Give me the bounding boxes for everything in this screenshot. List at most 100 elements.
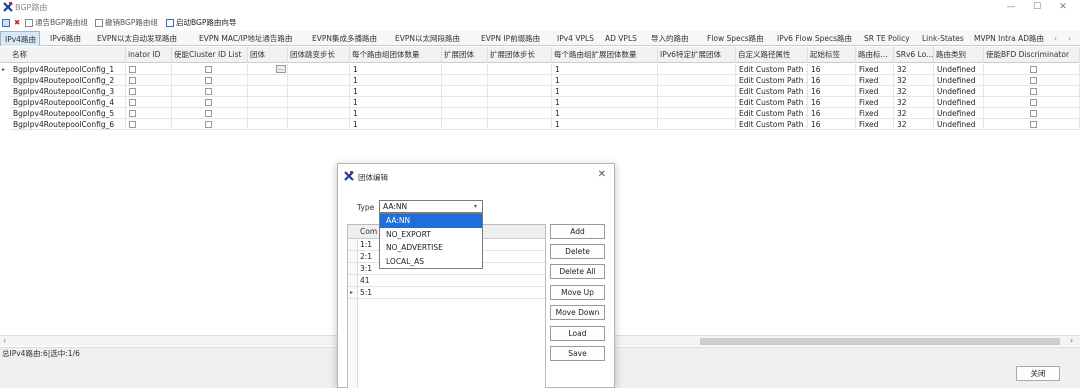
table-cell[interactable]	[126, 75, 172, 86]
scroll-right-icon[interactable]: ›	[1070, 336, 1073, 345]
table-cell[interactable]: 32	[894, 97, 934, 108]
col-start-label[interactable]: 起始标签	[808, 47, 856, 63]
type-option-aa-nn[interactable]: AA:NN	[380, 214, 482, 228]
table-row[interactable]: Bgplpv4RoutepoolConfig_2 1 1 Edit Custom Pa…	[0, 75, 1080, 86]
table-cell[interactable]	[288, 64, 350, 75]
table-cell[interactable]	[442, 97, 488, 108]
tab-link-states[interactable]: Link-States	[922, 31, 964, 46]
table-cell[interactable]	[172, 75, 248, 86]
table-cell[interactable]: 1	[552, 75, 658, 86]
checkbox[interactable]	[129, 99, 136, 106]
table-cell[interactable]: Bgplpv4RoutepoolConfig_4	[10, 97, 126, 108]
table-row[interactable]: Bgplpv4RoutepoolConfig_5 1 1 Edit Custom Pa…	[0, 108, 1080, 119]
table-icon[interactable]	[2, 17, 10, 28]
table-cell[interactable]	[126, 108, 172, 119]
table-cell[interactable]	[442, 119, 488, 130]
checkbox[interactable]	[1029, 77, 1037, 84]
dialog-close-icon[interactable]: ✕	[598, 169, 606, 180]
table-cell[interactable]: 32	[894, 64, 934, 75]
checkbox[interactable]	[129, 110, 136, 117]
table-cell[interactable]: Undefined	[934, 75, 984, 86]
scroll-left-icon[interactable]: ‹	[3, 336, 6, 345]
checkbox[interactable]	[205, 77, 212, 84]
table-cell[interactable]	[248, 86, 288, 97]
tab-flow-specs[interactable]: Flow Specs路由	[707, 31, 764, 46]
tab-evpn-mac-ip[interactable]: EVPN MAC/IP地址通告路由	[199, 31, 292, 46]
checkbox[interactable]	[205, 66, 212, 73]
table-cell[interactable]	[288, 97, 350, 108]
withdraw-route-group-button[interactable]: 撤销BGP路由组	[95, 17, 158, 28]
table-cell[interactable]: Edit Custom Path ...	[736, 86, 808, 97]
table-row[interactable]: Bgplpv4RoutepoolConfig_3 1 1 Edit Custom Pa…	[0, 86, 1080, 97]
col-community[interactable]: 团体	[248, 47, 288, 63]
tab-evpn-multicast[interactable]: EVPN集成多播路由	[312, 31, 377, 46]
table-cell[interactable]: 16	[808, 119, 856, 130]
table-cell[interactable]: 16	[808, 108, 856, 119]
checkbox[interactable]	[205, 110, 212, 117]
table-cell[interactable]: Edit Custom Path ...	[736, 75, 808, 86]
table-cell[interactable]	[488, 108, 552, 119]
checkbox[interactable]	[205, 99, 212, 106]
table-cell[interactable]: 1	[552, 97, 658, 108]
col-ipv6-ext-community[interactable]: IPv6特定扩展团体	[658, 47, 736, 63]
save-button[interactable]: Save	[550, 346, 605, 361]
table-cell[interactable]	[288, 119, 350, 130]
table-cell[interactable]	[984, 75, 1080, 86]
tab-ad-vpls[interactable]: AD VPLS	[605, 31, 637, 46]
table-cell[interactable]: 1	[350, 64, 442, 75]
table-cell[interactable]	[288, 108, 350, 119]
table-cell[interactable]: 1	[552, 64, 658, 75]
tab-ipv4[interactable]: IPv4路由	[0, 31, 40, 46]
table-cell[interactable]	[442, 75, 488, 86]
edit-community-ellipsis-button[interactable]: ...	[276, 65, 286, 73]
table-cell[interactable]: Bgplpv4RoutepoolConfig_5	[10, 108, 126, 119]
table-cell[interactable]: 32	[894, 86, 934, 97]
table-cell[interactable]: 1	[350, 119, 442, 130]
table-cell[interactable]: 1	[350, 97, 442, 108]
table-cell[interactable]: Fixed	[856, 86, 894, 97]
table-cell[interactable]	[126, 119, 172, 130]
table-cell[interactable]	[126, 97, 172, 108]
col-ext-community-step[interactable]: 扩展团体步长	[488, 47, 552, 63]
col-custom-path-attr[interactable]: 自定义路径属性	[736, 47, 808, 63]
tab-evpn-ad[interactable]: EVPN以太自动发现路由	[97, 31, 177, 46]
col-ext-communities-per-group[interactable]: 每个路由组扩展团体数量	[552, 47, 658, 63]
tab-evpn-ip-prefix[interactable]: EVPN IP前缀路由	[481, 31, 540, 46]
table-cell[interactable]: Bgplpv4RoutepoolConfig_1	[10, 64, 126, 75]
checkbox[interactable]	[1029, 99, 1037, 106]
type-option-no-advertise[interactable]: NO_ADVERTISE	[380, 241, 482, 255]
table-row[interactable]: ▸ Bgplpv4RoutepoolConfig_1... 1 1 Edit Custo…	[0, 64, 1080, 75]
table-cell[interactable]	[984, 64, 1080, 75]
table-cell[interactable]: Undefined	[934, 97, 984, 108]
scroll-thumb[interactable]	[700, 338, 1060, 345]
table-cell[interactable]: Edit Custom Path ...	[736, 97, 808, 108]
tab-imported[interactable]: 导入的路由	[651, 31, 689, 46]
col-srv6[interactable]: SRv6 Lo...	[894, 47, 934, 63]
table-cell[interactable]: 32	[894, 75, 934, 86]
add-button[interactable]: Add	[550, 224, 605, 239]
table-cell[interactable]: Undefined	[934, 119, 984, 130]
col-cluster-id[interactable]: 使能Cluster ID List	[172, 47, 248, 63]
maximize-button[interactable]: ☐	[1026, 1, 1048, 13]
values-column-header[interactable]: Com	[360, 225, 377, 239]
delete-icon[interactable]: ✖	[14, 17, 20, 28]
table-cell[interactable]	[658, 119, 736, 130]
table-cell[interactable]: 16	[808, 86, 856, 97]
table-cell[interactable]	[126, 86, 172, 97]
table-cell[interactable]	[172, 86, 248, 97]
checkbox[interactable]	[1029, 88, 1037, 95]
table-cell[interactable]	[172, 119, 248, 130]
table-row[interactable]: Bgplpv4RoutepoolConfig_4 1 1 Edit Custom Pa…	[0, 97, 1080, 108]
tab-evpn-segment[interactable]: EVPN以太网段路由	[395, 31, 460, 46]
col-name[interactable]: 名称	[10, 47, 126, 63]
col-bfd-discriminator[interactable]: 使能BFD Discriminator	[984, 47, 1080, 63]
table-cell[interactable]: Bgplpv4RoutepoolConfig_2	[10, 75, 126, 86]
table-cell[interactable]	[488, 64, 552, 75]
table-cell[interactable]: 1	[350, 108, 442, 119]
table-cell[interactable]	[488, 75, 552, 86]
table-cell[interactable]: Bgplpv4RoutepoolConfig_3	[10, 86, 126, 97]
col-ext-community[interactable]: 扩展团体	[442, 47, 488, 63]
col-community-step[interactable]: 团体跳变步长	[288, 47, 350, 63]
table-cell[interactable]	[288, 75, 350, 86]
checkbox[interactable]	[129, 66, 136, 73]
